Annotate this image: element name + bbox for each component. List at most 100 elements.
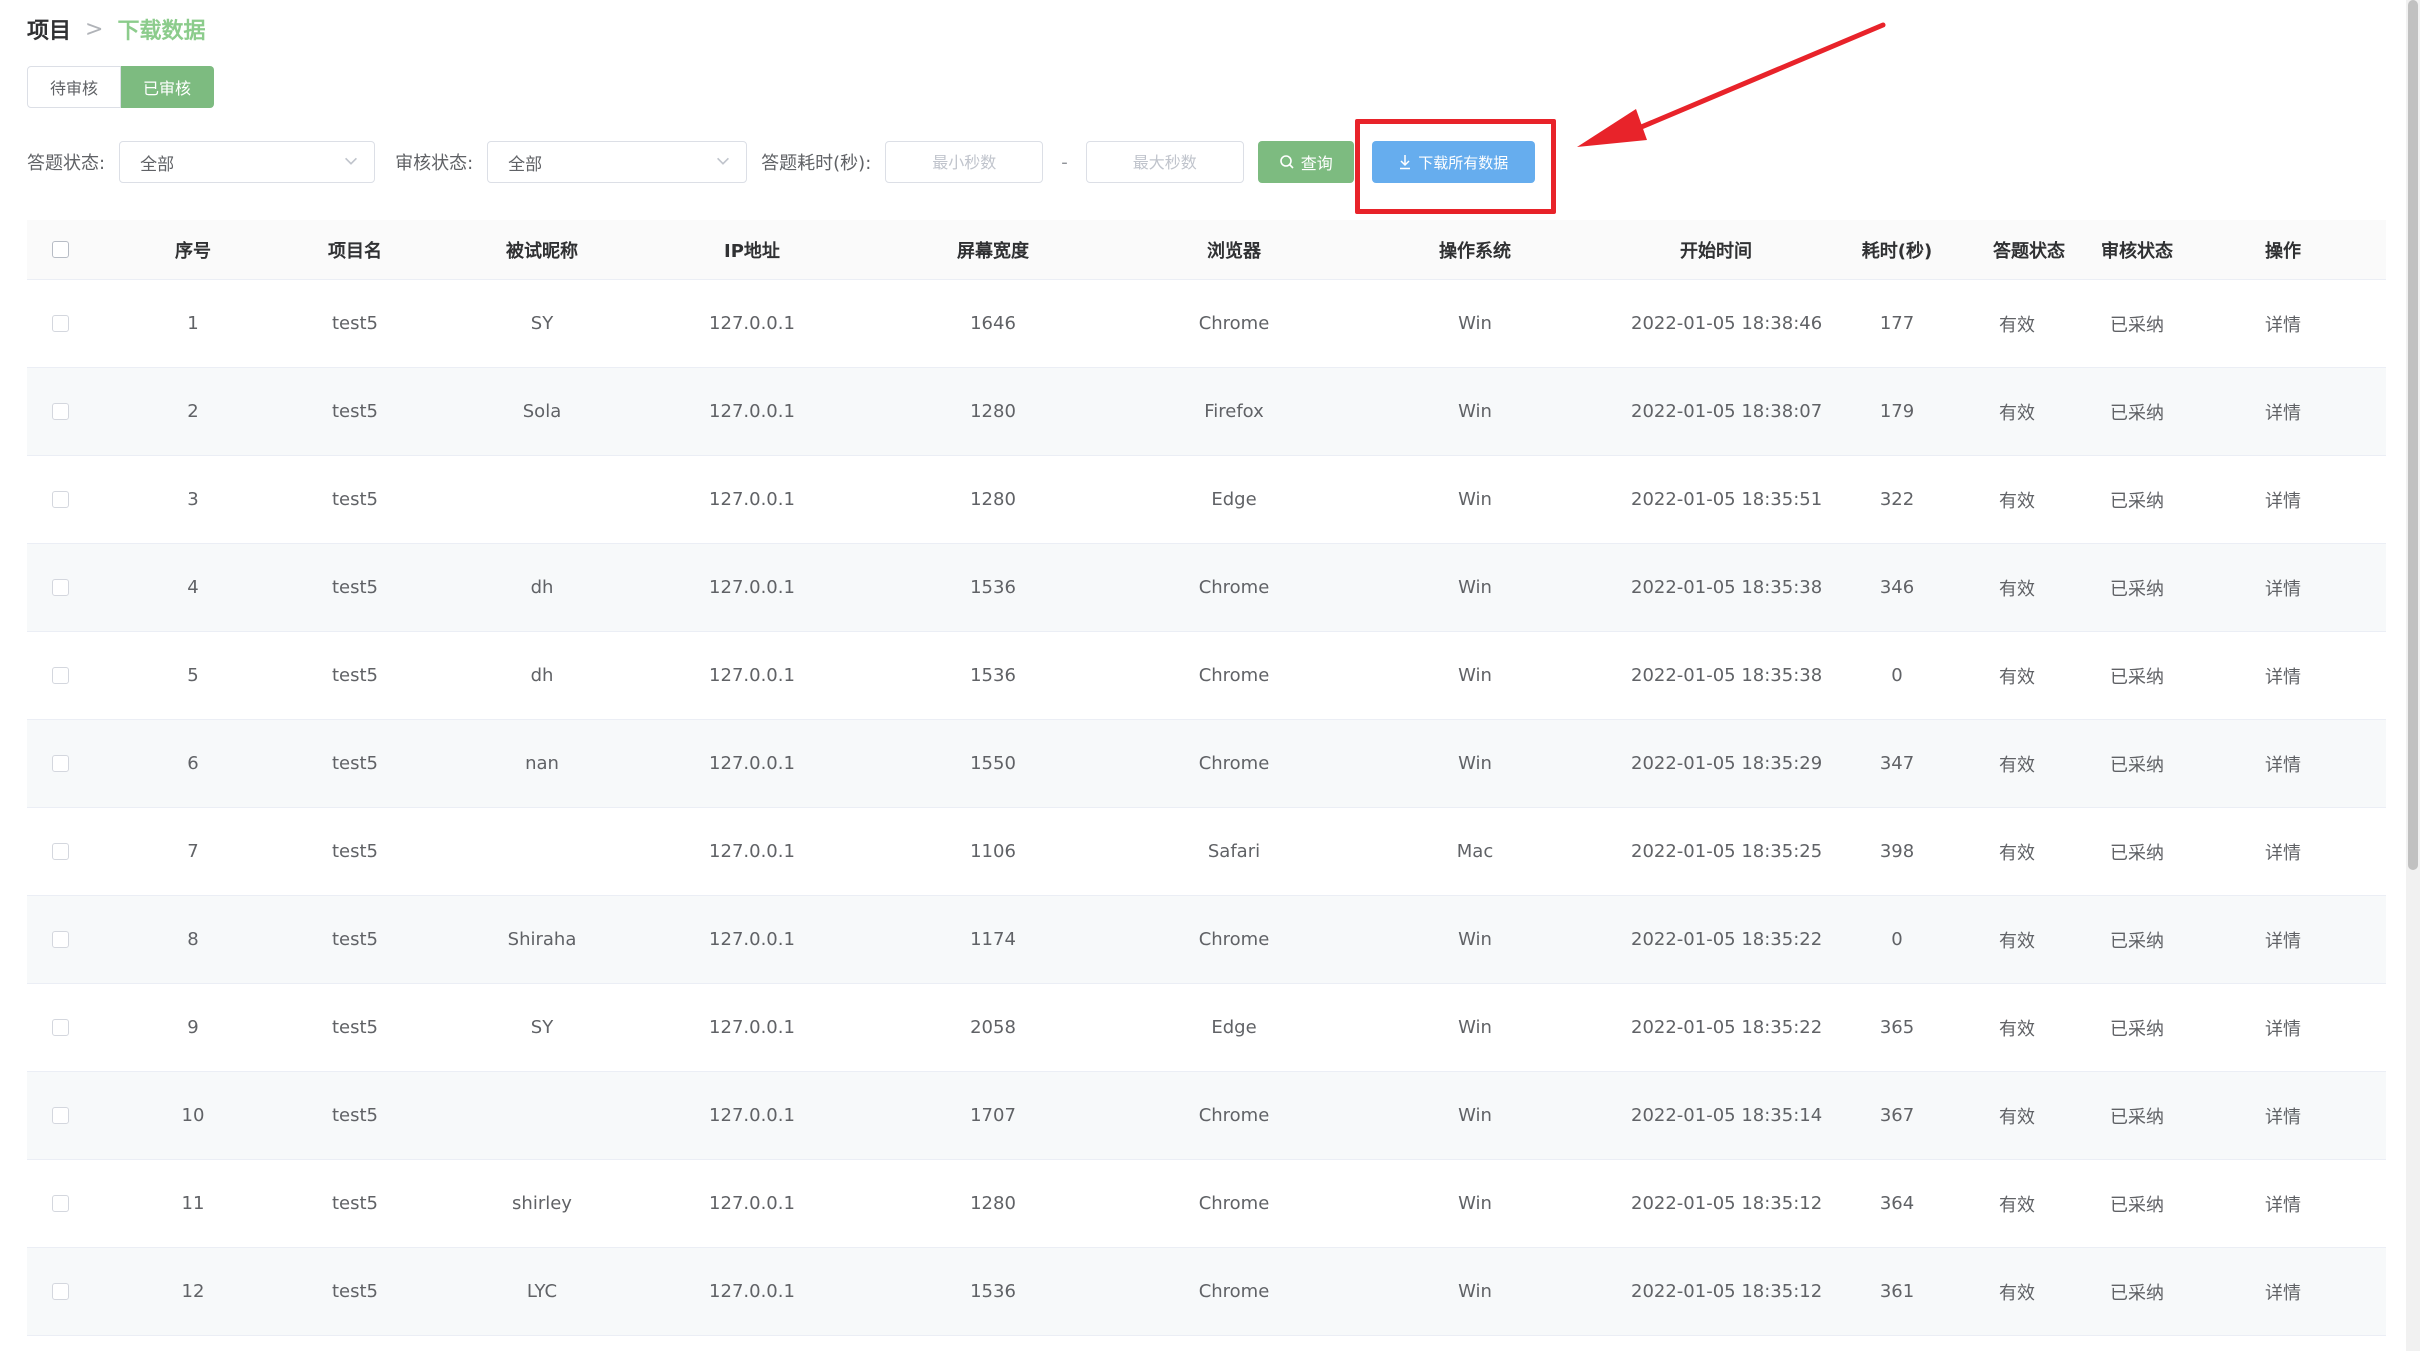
- cell-duration: 179: [1879, 401, 1915, 422]
- duration-label: 答题耗时(秒):: [761, 153, 872, 174]
- max-seconds-input[interactable]: [1085, 141, 1244, 183]
- cell-browser: Chrome: [1198, 1193, 1270, 1214]
- query-button[interactable]: 查询: [1257, 141, 1354, 183]
- cell-browser: Firefox: [1204, 401, 1264, 422]
- header-action: 操作: [2265, 240, 2301, 262]
- range-dash: -: [1061, 151, 1068, 173]
- details-link[interactable]: 详情: [2233, 399, 2333, 425]
- header-nickname: 被试昵称: [506, 240, 578, 262]
- cell-browser: Chrome: [1198, 753, 1270, 774]
- row-checkbox[interactable]: [51, 931, 69, 948]
- cell-index: 8: [187, 929, 199, 950]
- row-checkbox[interactable]: [51, 755, 69, 772]
- cell-index: 12: [181, 1281, 205, 1302]
- cell-project: test5: [331, 489, 379, 510]
- details-link[interactable]: 详情: [2233, 575, 2333, 601]
- download-all-button[interactable]: 下载所有数据: [1371, 141, 1535, 183]
- cell-start-time: 2022-01-05 18:35:12: [1631, 1281, 1823, 1302]
- header-start-time: 开始时间: [1680, 240, 1752, 262]
- cell-review-status: 已采纳: [2110, 1018, 2164, 1040]
- cell-ip: 127.0.0.1: [709, 929, 795, 950]
- min-seconds-input[interactable]: [885, 141, 1044, 183]
- cell-start-time: 2022-01-05 18:35:51: [1631, 489, 1823, 510]
- tab-pending[interactable]: 待审核: [27, 66, 122, 108]
- table-row: 3 test5 127.0.0.1 1280 Edge Win 2022-01-05 18:…: [27, 456, 2386, 544]
- download-all-label: 下载所有数据: [1418, 154, 1509, 172]
- row-checkbox-cell: [27, 403, 93, 420]
- details-link[interactable]: 详情: [2233, 487, 2333, 513]
- row-checkbox[interactable]: [51, 1195, 69, 1212]
- row-checkbox[interactable]: [51, 1283, 69, 1300]
- table-row: 1 test5 SY 127.0.0.1 1646 Chrome Win 2022-01-05…: [27, 280, 2386, 368]
- cell-screen-width: 1536: [970, 1281, 1016, 1302]
- table-row: 8 test5 Shiraha 127.0.0.1 1174 Chrome Win 2022-…: [27, 896, 2386, 984]
- cell-index: 9: [187, 1017, 199, 1038]
- filter-bar: 答题状态: 全部 审核状态: 全部 答题耗时(秒): - 查询 下载所有数据: [27, 140, 1535, 184]
- details-link[interactable]: 详情: [2233, 663, 2333, 689]
- cell-answer-status: 有效: [1999, 490, 2035, 512]
- row-checkbox[interactable]: [51, 667, 69, 684]
- cell-answer-status: 有效: [1999, 842, 2035, 864]
- review-status-value: 全部: [508, 154, 543, 175]
- details-link[interactable]: 详情: [2233, 1015, 2333, 1041]
- cell-project: test5: [331, 753, 379, 774]
- page: 项目 > 下载数据 待审核 已审核 答题状态: 全部 审核状态: 全部 答题耗时…: [0, 0, 2420, 1351]
- details-link[interactable]: 详情: [2233, 839, 2333, 865]
- cell-index: 4: [187, 577, 199, 598]
- cell-screen-width: 1280: [970, 401, 1016, 422]
- select-all-checkbox[interactable]: [51, 241, 69, 258]
- breadcrumb-root[interactable]: 项目: [27, 13, 71, 45]
- cell-os: Win: [1458, 1281, 1492, 1302]
- row-checkbox-cell: [27, 931, 93, 948]
- header-review-status: 审核状态: [2101, 240, 2173, 262]
- row-checkbox[interactable]: [51, 579, 69, 596]
- cell-duration: 361: [1879, 1281, 1915, 1302]
- answer-status-select[interactable]: 全部: [119, 141, 376, 183]
- details-link[interactable]: 详情: [2233, 1279, 2333, 1305]
- row-checkbox[interactable]: [51, 1107, 69, 1124]
- cell-review-status: 已采纳: [2110, 930, 2164, 952]
- row-checkbox[interactable]: [51, 403, 69, 420]
- cell-browser: Edge: [1211, 489, 1257, 510]
- row-checkbox[interactable]: [51, 1019, 69, 1036]
- scrollbar-track[interactable]: [2406, 0, 2420, 1351]
- cell-start-time: 2022-01-05 18:35:12: [1631, 1193, 1823, 1214]
- cell-screen-width: 1646: [970, 313, 1016, 334]
- row-checkbox-cell: [27, 1107, 93, 1124]
- details-link[interactable]: 详情: [2233, 927, 2333, 953]
- details-link[interactable]: 详情: [2233, 751, 2333, 777]
- row-checkbox[interactable]: [51, 843, 69, 860]
- cell-duration: 177: [1879, 313, 1915, 334]
- cell-review-status: 已采纳: [2110, 578, 2164, 600]
- cell-os: Win: [1458, 1105, 1492, 1126]
- table-row: 9 test5 SY 127.0.0.1 2058 Edge Win 2022-01-05 1…: [27, 984, 2386, 1072]
- cell-start-time: 2022-01-05 18:35:14: [1631, 1105, 1823, 1126]
- details-link[interactable]: 详情: [2233, 1191, 2333, 1217]
- row-checkbox-cell: [27, 667, 93, 684]
- scrollbar-thumb[interactable]: [2408, 0, 2418, 870]
- cell-review-status: 已采纳: [2110, 1106, 2164, 1128]
- details-link[interactable]: 详情: [2233, 311, 2333, 337]
- cell-nickname: shirley: [512, 1193, 572, 1214]
- cell-ip: 127.0.0.1: [709, 665, 795, 686]
- cell-answer-status: 有效: [1999, 1194, 2035, 1216]
- row-checkbox-cell: [27, 755, 93, 772]
- cell-os: Win: [1458, 665, 1492, 686]
- row-checkbox[interactable]: [51, 491, 69, 508]
- row-checkbox[interactable]: [51, 315, 69, 332]
- cell-index: 10: [181, 1105, 205, 1126]
- cell-os: Win: [1458, 1193, 1492, 1214]
- header-answer-status: 答题状态: [1993, 240, 2065, 262]
- answer-status-label: 答题状态:: [27, 153, 106, 174]
- cell-project: test5: [331, 841, 379, 862]
- cell-duration: 0: [1891, 929, 1903, 950]
- review-status-select[interactable]: 全部: [487, 141, 748, 183]
- cell-nickname: Sola: [522, 401, 562, 422]
- cell-review-status: 已采纳: [2110, 666, 2164, 688]
- table-row: 10 test5 127.0.0.1 1707 Chrome Win 2022-01-05 …: [27, 1072, 2386, 1160]
- breadcrumb-separator-icon: >: [85, 16, 104, 42]
- cell-screen-width: 1707: [970, 1105, 1016, 1126]
- tab-reviewed[interactable]: 已审核: [121, 66, 215, 108]
- cell-ip: 127.0.0.1: [709, 841, 795, 862]
- details-link[interactable]: 详情: [2233, 1103, 2333, 1129]
